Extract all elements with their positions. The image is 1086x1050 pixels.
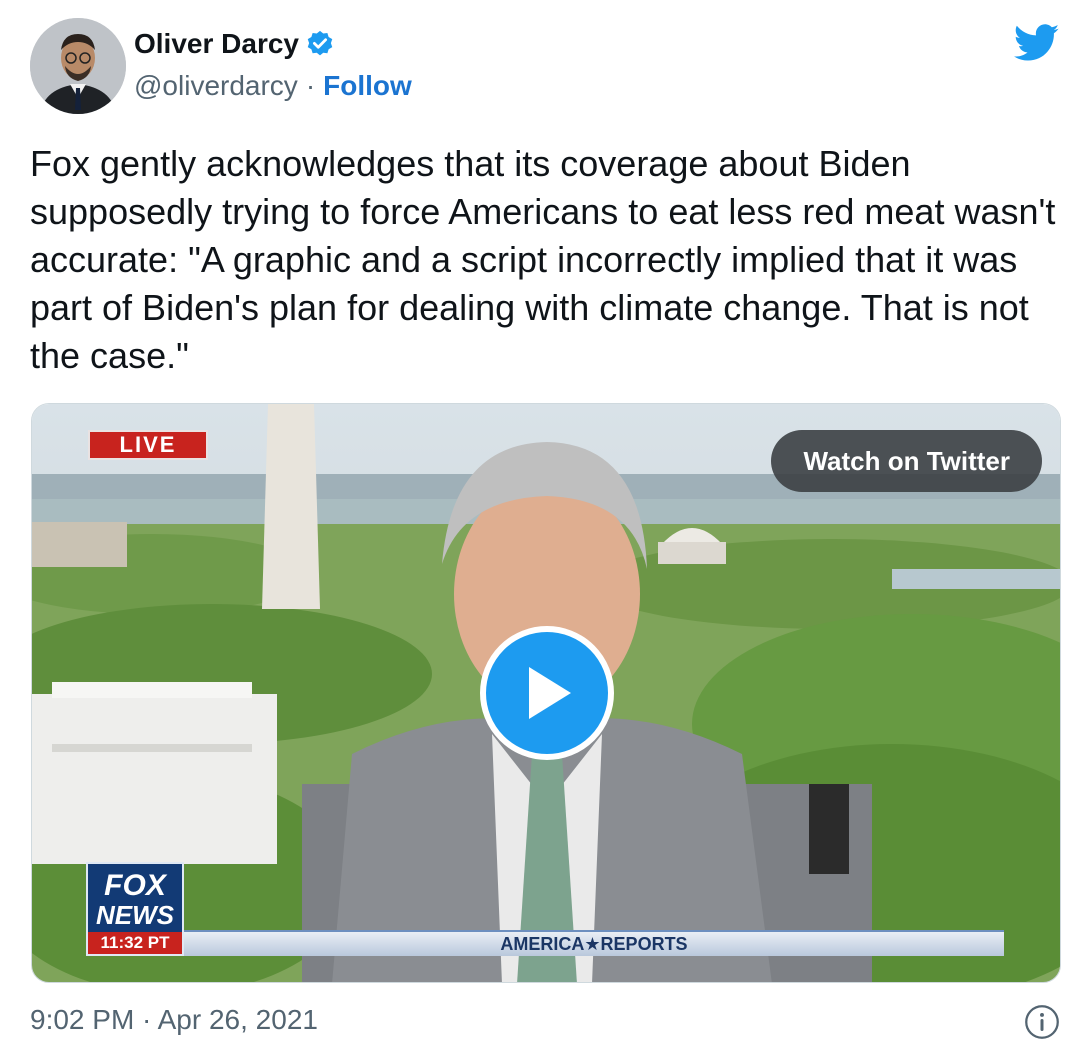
- logo-news-text: NEWS: [96, 900, 174, 930]
- twitter-bird-icon[interactable]: [1014, 24, 1060, 62]
- info-icon[interactable]: [1024, 1004, 1060, 1040]
- play-button[interactable]: [480, 626, 614, 760]
- display-name[interactable]: Oliver Darcy: [134, 28, 299, 60]
- name-row: Oliver Darcy: [134, 28, 335, 60]
- play-icon: [529, 667, 571, 719]
- lower-third-title: AMERICA★REPORTS: [500, 933, 688, 954]
- logo-fox-text: FOX: [104, 869, 166, 902]
- separator: ·: [305, 70, 316, 101]
- tweet-text: Fox gently acknowledges that its coverag…: [30, 143, 1056, 376]
- watch-on-twitter-button[interactable]: Watch on Twitter: [771, 430, 1042, 492]
- avatar-image: [30, 18, 126, 114]
- video-player[interactable]: LIVE Watch on Twitter FOX NEWS 11:32 PT …: [31, 403, 1061, 983]
- lower-third-bar: AMERICA★REPORTS: [184, 930, 1004, 956]
- fox-news-logo: FOX NEWS 11:32 PT: [86, 862, 184, 956]
- handle-row: @oliverdarcy · Follow: [134, 70, 412, 102]
- verified-badge-icon: [307, 30, 333, 56]
- timestamp[interactable]: 9:02 PM · Apr 26, 2021: [30, 1004, 318, 1035]
- avatar[interactable]: [30, 18, 126, 114]
- follow-button[interactable]: Follow: [323, 70, 412, 102]
- tweet-header: Oliver Darcy @oliverdarcy · Follow: [30, 18, 1060, 118]
- live-badge: LIVE: [88, 430, 208, 460]
- logo-time: 11:32 PT: [88, 932, 182, 954]
- tweet-footer: 9:02 PM · Apr 26, 2021: [30, 1004, 1060, 1040]
- handle[interactable]: @oliverdarcy: [134, 70, 298, 102]
